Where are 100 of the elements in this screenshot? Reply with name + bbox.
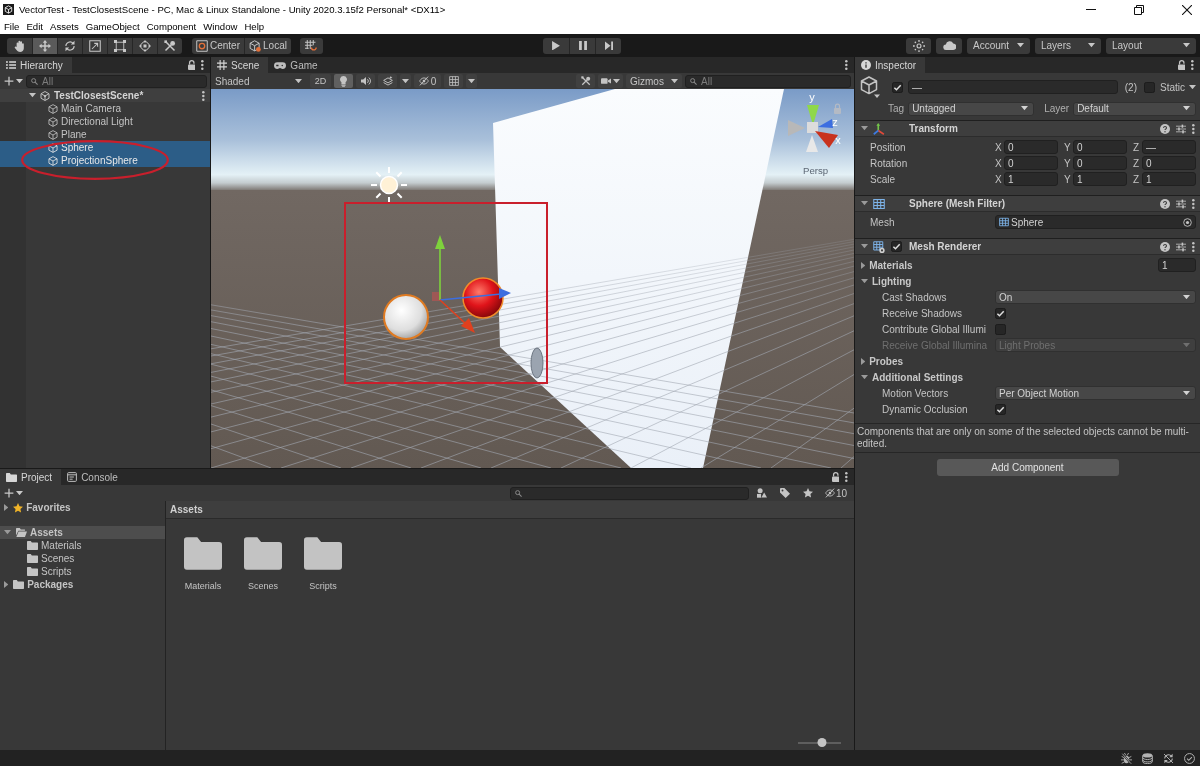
create-button[interactable] bbox=[3, 74, 23, 88]
foldout-label[interactable]: Probes bbox=[869, 355, 904, 367]
component-header[interactable]: Transform bbox=[855, 120, 1200, 137]
slider-thumb[interactable] bbox=[817, 738, 827, 747]
check-circle-icon[interactable] bbox=[1184, 752, 1195, 764]
number-field[interactable]: 0 bbox=[1004, 140, 1058, 154]
tools-button[interactable] bbox=[576, 74, 595, 88]
object-picker-icon[interactable] bbox=[1183, 217, 1192, 227]
foldout-label[interactable]: Lighting bbox=[872, 275, 912, 287]
tool-button[interactable] bbox=[132, 37, 157, 54]
checkbox[interactable] bbox=[891, 241, 902, 252]
lock-icon[interactable] bbox=[187, 60, 196, 70]
grid-menu-button[interactable] bbox=[466, 74, 477, 88]
checkbox[interactable] bbox=[995, 307, 1006, 319]
caret-icon[interactable] bbox=[4, 504, 9, 511]
static-dropdown[interactable]: Static bbox=[1160, 81, 1196, 93]
menu-item[interactable]: Component bbox=[146, 21, 197, 32]
play-button[interactable] bbox=[543, 37, 569, 54]
tree-item[interactable]: Packages bbox=[0, 578, 165, 591]
number-field[interactable]: 1 bbox=[1073, 172, 1127, 186]
cube-icon[interactable] bbox=[860, 76, 880, 98]
toggle-2d-button[interactable]: 2D bbox=[310, 74, 331, 88]
asset-item[interactable]: Scenes bbox=[235, 537, 291, 591]
grid-button[interactable] bbox=[444, 74, 463, 88]
dropdown-button[interactable]: Layers bbox=[1035, 37, 1101, 54]
more-icon[interactable] bbox=[845, 472, 848, 482]
inspector-tab[interactable]: Inspector bbox=[855, 57, 926, 73]
number-field[interactable]: 0 bbox=[1073, 156, 1127, 170]
hierarchy-item[interactable]: Directional Light bbox=[0, 115, 210, 128]
help-icon[interactable] bbox=[1160, 241, 1171, 252]
sun-icon[interactable] bbox=[370, 166, 408, 204]
move-gizmo[interactable] bbox=[432, 235, 511, 333]
checkbox[interactable] bbox=[1144, 81, 1155, 93]
more-icon[interactable] bbox=[1192, 241, 1195, 252]
menu-item[interactable]: Help bbox=[244, 21, 265, 32]
effects-menu-button[interactable] bbox=[400, 74, 411, 88]
caret-icon[interactable] bbox=[861, 374, 868, 380]
foldout-label[interactable]: Additional Settings bbox=[872, 371, 964, 383]
tab[interactable]: Game bbox=[268, 57, 327, 73]
caret-icon[interactable] bbox=[861, 201, 868, 206]
tool-button[interactable] bbox=[32, 37, 57, 54]
number-field[interactable]: — bbox=[1142, 140, 1196, 154]
sphere-object[interactable] bbox=[383, 294, 429, 340]
component-header[interactable]: Sphere (Mesh Filter) bbox=[855, 195, 1200, 212]
more-icon[interactable] bbox=[1192, 198, 1195, 209]
number-field[interactable]: 1 bbox=[1004, 172, 1058, 186]
number-field[interactable]: 0 bbox=[1073, 140, 1127, 154]
caret-icon[interactable] bbox=[861, 278, 868, 284]
camera-button[interactable] bbox=[598, 74, 623, 88]
hierarchy-item[interactable]: Plane bbox=[0, 128, 210, 141]
caret-icon[interactable] bbox=[4, 530, 11, 535]
draw-mode-dropdown[interactable]: Shaded bbox=[213, 74, 307, 88]
hierarchy-item[interactable]: ProjectionSphere bbox=[0, 154, 210, 167]
number-field[interactable]: 0 bbox=[1142, 156, 1196, 170]
help-icon[interactable] bbox=[1160, 123, 1171, 134]
caret-icon[interactable] bbox=[861, 261, 866, 269]
refresh-icon[interactable] bbox=[1163, 752, 1174, 764]
bug-icon[interactable] bbox=[1121, 752, 1132, 764]
step-button[interactable] bbox=[595, 37, 621, 54]
tab[interactable]: Scene bbox=[211, 57, 269, 73]
menu-item[interactable]: Window bbox=[203, 21, 238, 32]
presets-icon[interactable] bbox=[1176, 123, 1187, 134]
database-icon[interactable] bbox=[1142, 752, 1153, 764]
number-field[interactable]: 0 bbox=[1004, 156, 1058, 170]
name-field[interactable]: — bbox=[908, 80, 1118, 94]
lock-icon[interactable] bbox=[831, 472, 840, 482]
tree-item[interactable]: Scripts bbox=[0, 565, 165, 578]
hidden-objects-button[interactable]: 0 bbox=[414, 74, 441, 88]
projection-label[interactable]: Persp bbox=[803, 165, 829, 176]
more-icon[interactable] bbox=[1191, 60, 1194, 70]
dropdown[interactable]: Per Object Motion bbox=[995, 386, 1196, 400]
asset-item[interactable]: Materials bbox=[175, 537, 231, 591]
tool-button[interactable] bbox=[82, 37, 107, 54]
tool-button[interactable] bbox=[157, 37, 182, 54]
add-component-button[interactable]: Add Component bbox=[936, 459, 1119, 476]
layer-dropdown[interactable]: Default bbox=[1073, 101, 1196, 116]
gizmos-button[interactable]: Gizmos bbox=[626, 74, 682, 88]
checkbox[interactable] bbox=[995, 403, 1006, 415]
toggle-button[interactable] bbox=[334, 74, 353, 88]
tag-dropdown[interactable]: Untagged bbox=[908, 101, 1035, 116]
hierarchy-tab[interactable]: Hierarchy bbox=[0, 57, 72, 73]
tool-button[interactable] bbox=[107, 37, 132, 54]
restore-icon[interactable] bbox=[1134, 4, 1144, 15]
tab[interactable]: Project bbox=[0, 469, 62, 485]
tree-item[interactable]: Materials bbox=[0, 539, 165, 552]
checkbox[interactable] bbox=[892, 81, 903, 93]
dropdown[interactable]: On bbox=[995, 290, 1196, 304]
cloud-button[interactable] bbox=[936, 37, 962, 54]
tree-item[interactable]: Favorites bbox=[0, 501, 165, 514]
handle-button[interactable]: Center bbox=[192, 37, 244, 54]
toggle-button[interactable] bbox=[378, 74, 397, 88]
more-icon[interactable] bbox=[1192, 123, 1195, 134]
caret-icon[interactable] bbox=[861, 357, 866, 365]
search-field[interactable] bbox=[510, 486, 749, 500]
tool-button[interactable] bbox=[57, 37, 82, 54]
dropdown-button[interactable]: Account bbox=[967, 37, 1030, 54]
breadcrumb[interactable]: Assets bbox=[170, 504, 203, 515]
tool-button[interactable] bbox=[7, 37, 32, 54]
menu-item[interactable]: Edit bbox=[26, 21, 43, 32]
caret-icon[interactable] bbox=[29, 93, 36, 98]
